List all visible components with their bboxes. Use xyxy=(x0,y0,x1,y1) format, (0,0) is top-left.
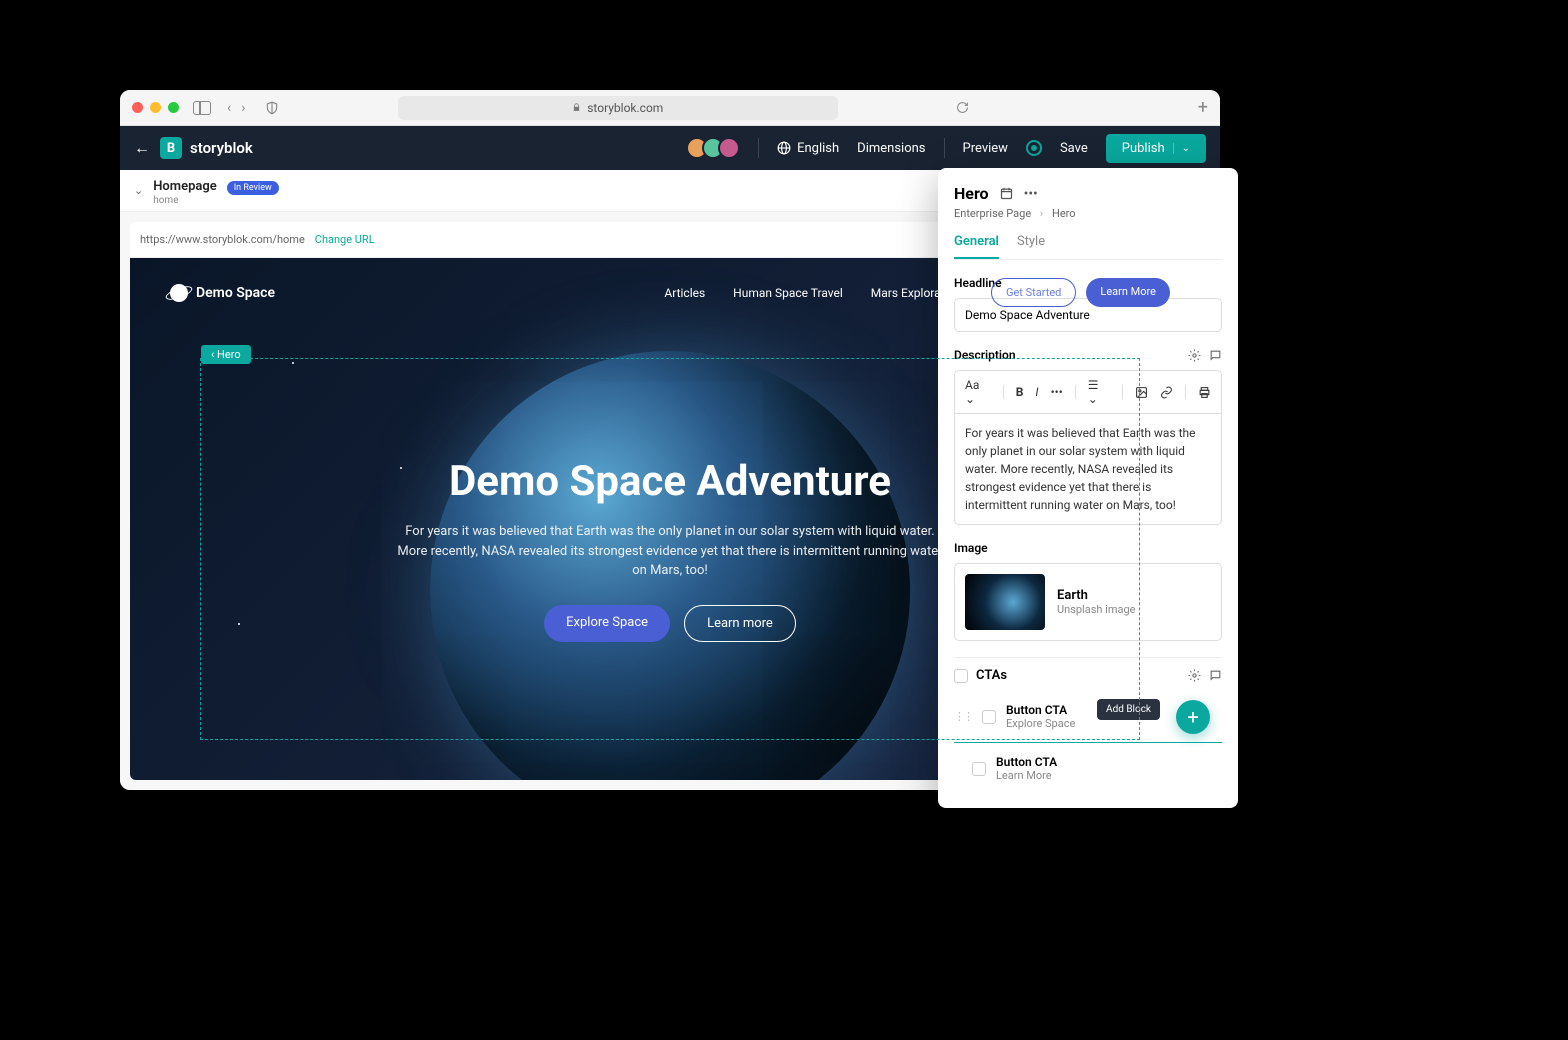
tab-general[interactable]: General xyxy=(954,234,999,259)
gear-icon[interactable] xyxy=(1188,669,1201,682)
nav-link[interactable]: Mars Exploration xyxy=(871,286,961,300)
hero-headline: Demo Space Adventure xyxy=(130,457,1210,506)
maximize-icon[interactable] xyxy=(168,102,179,113)
cta-checkbox[interactable] xyxy=(972,762,986,776)
publish-button[interactable]: Publish ⌄ xyxy=(1106,134,1206,163)
change-url-link[interactable]: Change URL xyxy=(315,233,375,246)
get-started-button[interactable]: Get Started xyxy=(991,278,1076,307)
app-header: ← B storyblok English Dimensions Preview… xyxy=(120,126,1220,170)
dimensions-button[interactable]: Dimensions xyxy=(857,141,925,156)
page-slug: home xyxy=(153,195,279,206)
collaborator-avatars[interactable] xyxy=(686,137,740,159)
site-nav: Demo Space Articles Human Space Travel M… xyxy=(130,258,1210,327)
planet-icon xyxy=(170,284,188,302)
insert-indicator xyxy=(954,742,1222,743)
preview-url: https://www.storyblok.com/home xyxy=(140,233,305,246)
comment-icon[interactable] xyxy=(1209,349,1222,362)
globe-icon xyxy=(777,141,791,155)
sidebar-toggle-icon[interactable] xyxy=(193,101,211,115)
chevron-down-icon[interactable]: ⌄ xyxy=(134,184,143,197)
crumb-item[interactable]: Hero xyxy=(1052,207,1076,220)
close-icon[interactable] xyxy=(132,102,143,113)
language-selector[interactable]: English xyxy=(777,141,839,156)
publish-label: Publish xyxy=(1122,141,1165,156)
schedule-icon[interactable] xyxy=(999,186,1014,201)
new-tab-icon[interactable]: + xyxy=(1198,97,1208,118)
browser-chrome: ‹ › storyblok.com + xyxy=(120,90,1220,126)
traffic-lights[interactable] xyxy=(132,102,179,113)
page-title: Homepage xyxy=(153,179,217,194)
panel-title: Hero xyxy=(954,184,989,203)
explore-space-button[interactable]: Explore Space xyxy=(544,605,670,642)
url-text: storyblok.com xyxy=(587,101,663,115)
brand-name: storyblok xyxy=(190,139,253,157)
status-indicator-icon[interactable] xyxy=(1026,140,1042,156)
minimize-icon[interactable] xyxy=(150,102,161,113)
hero-description: For years it was believed that Earth was… xyxy=(395,522,945,581)
chevron-down-icon[interactable]: ⌄ xyxy=(1173,143,1190,154)
url-bar[interactable]: storyblok.com xyxy=(398,96,838,120)
crumb-item[interactable]: Enterprise Page xyxy=(954,207,1031,220)
comment-icon[interactable] xyxy=(1209,669,1222,682)
divider xyxy=(944,138,945,158)
breadcrumb: Enterprise Page › Hero xyxy=(954,207,1222,220)
back-icon[interactable]: ‹ xyxy=(227,100,231,116)
forward-icon[interactable]: › xyxy=(241,100,245,116)
storyblok-logo-icon: B xyxy=(160,137,182,159)
status-badge: In Review xyxy=(227,181,279,195)
learn-more-button[interactable]: Learn more xyxy=(684,605,796,642)
nav-link[interactable]: Human Space Travel xyxy=(733,286,843,300)
preview-area: https://www.storyblok.com/home Change UR… xyxy=(120,212,1220,790)
preview-content: Demo Space Articles Human Space Travel M… xyxy=(130,258,1210,780)
lock-icon xyxy=(572,102,581,113)
add-block-button[interactable]: + xyxy=(1176,700,1210,734)
avatar[interactable] xyxy=(718,137,740,159)
nav-link[interactable]: Articles xyxy=(664,286,705,300)
panel-tabs: General Style xyxy=(954,234,1222,260)
shield-icon[interactable] xyxy=(265,101,279,115)
learn-more-button[interactable]: Learn More xyxy=(1086,278,1170,307)
site-name: Demo Space xyxy=(196,285,275,301)
hero-content: Demo Space Adventure For years it was be… xyxy=(130,327,1210,642)
tab-style[interactable]: Style xyxy=(1017,234,1045,259)
save-button[interactable]: Save xyxy=(1060,141,1088,156)
cta-name: Button CTA xyxy=(996,755,1057,769)
divider xyxy=(758,138,759,158)
more-icon[interactable]: ••• xyxy=(1024,186,1038,202)
reload-icon[interactable] xyxy=(956,101,969,114)
preview-button[interactable]: Preview xyxy=(963,141,1008,156)
site-logo[interactable]: Demo Space xyxy=(170,284,275,302)
cta-sub: Learn More xyxy=(996,769,1057,782)
cta-block-item[interactable]: Button CTA Learn More xyxy=(954,745,1222,792)
app-back-icon[interactable]: ← xyxy=(134,138,150,158)
language-label: English xyxy=(797,141,839,156)
